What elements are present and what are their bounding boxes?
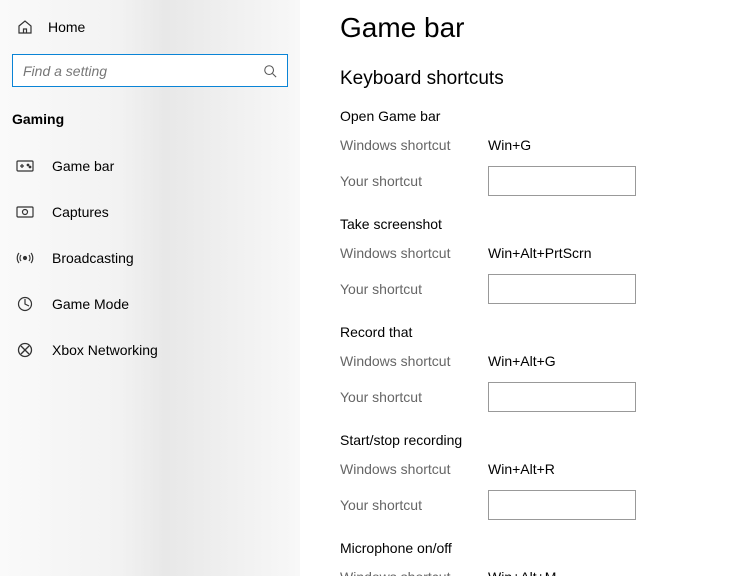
search-icon	[263, 64, 277, 78]
sidebar-item-xbox-networking[interactable]: Xbox Networking	[8, 327, 292, 373]
game-bar-icon	[16, 157, 34, 175]
group-title: Open Game bar	[340, 108, 734, 124]
shortcut-group-start-stop-recording: Start/stop recording Windows shortcut Wi…	[340, 432, 734, 520]
windows-shortcut-label: Windows shortcut	[340, 353, 488, 369]
your-shortcut-input[interactable]	[488, 490, 636, 520]
search-box[interactable]	[12, 54, 288, 87]
home-nav[interactable]: Home	[8, 12, 292, 46]
windows-shortcut-label: Windows shortcut	[340, 137, 488, 153]
shortcut-group-take-screenshot: Take screenshot Windows shortcut Win+Alt…	[340, 216, 734, 304]
your-shortcut-input[interactable]	[488, 382, 636, 412]
your-shortcut-label: Your shortcut	[340, 389, 488, 405]
nav-list: Game bar Captures Broadcast	[8, 143, 292, 373]
page-title: Game bar	[340, 12, 734, 44]
group-title: Microphone on/off	[340, 540, 734, 556]
sidebar-item-label: Broadcasting	[52, 250, 134, 266]
sidebar-item-label: Captures	[52, 204, 109, 220]
shortcut-group-microphone-on-off: Microphone on/off Windows shortcut Win+A…	[340, 540, 734, 576]
windows-shortcut-label: Windows shortcut	[340, 569, 488, 576]
windows-shortcut-label: Windows shortcut	[340, 461, 488, 477]
shortcut-group-record-that: Record that Windows shortcut Win+Alt+G Y…	[340, 324, 734, 412]
section-title: Gaming	[8, 101, 292, 143]
subsection-title: Keyboard shortcuts	[340, 68, 734, 90]
windows-shortcut-value: Win+G	[488, 137, 531, 153]
sidebar-item-broadcasting[interactable]: Broadcasting	[8, 235, 292, 281]
game-mode-icon	[16, 295, 34, 313]
group-title: Record that	[340, 324, 734, 340]
windows-shortcut-value: Win+Alt+M	[488, 569, 556, 576]
your-shortcut-label: Your shortcut	[340, 281, 488, 297]
sidebar-item-captures[interactable]: Captures	[8, 189, 292, 235]
your-shortcut-label: Your shortcut	[340, 497, 488, 513]
group-title: Start/stop recording	[340, 432, 734, 448]
windows-shortcut-value: Win+Alt+PrtScrn	[488, 245, 591, 261]
your-shortcut-input[interactable]	[488, 166, 636, 196]
home-icon	[16, 18, 34, 36]
group-title: Take screenshot	[340, 216, 734, 232]
main-content: Game bar Keyboard shortcuts Open Game ba…	[300, 0, 754, 576]
sidebar: Home Gaming Game bar	[0, 0, 300, 576]
broadcasting-icon	[16, 249, 34, 267]
home-label: Home	[48, 19, 85, 35]
sidebar-item-game-bar[interactable]: Game bar	[8, 143, 292, 189]
sidebar-item-label: Xbox Networking	[52, 342, 158, 358]
xbox-icon	[16, 341, 34, 359]
windows-shortcut-value: Win+Alt+R	[488, 461, 555, 477]
captures-icon	[16, 203, 34, 221]
search-input[interactable]	[23, 63, 263, 79]
shortcut-group-open-game-bar: Open Game bar Windows shortcut Win+G You…	[340, 108, 734, 196]
windows-shortcut-label: Windows shortcut	[340, 245, 488, 261]
sidebar-item-label: Game bar	[52, 158, 114, 174]
your-shortcut-input[interactable]	[488, 274, 636, 304]
your-shortcut-label: Your shortcut	[340, 173, 488, 189]
sidebar-item-game-mode[interactable]: Game Mode	[8, 281, 292, 327]
windows-shortcut-value: Win+Alt+G	[488, 353, 556, 369]
sidebar-item-label: Game Mode	[52, 296, 129, 312]
